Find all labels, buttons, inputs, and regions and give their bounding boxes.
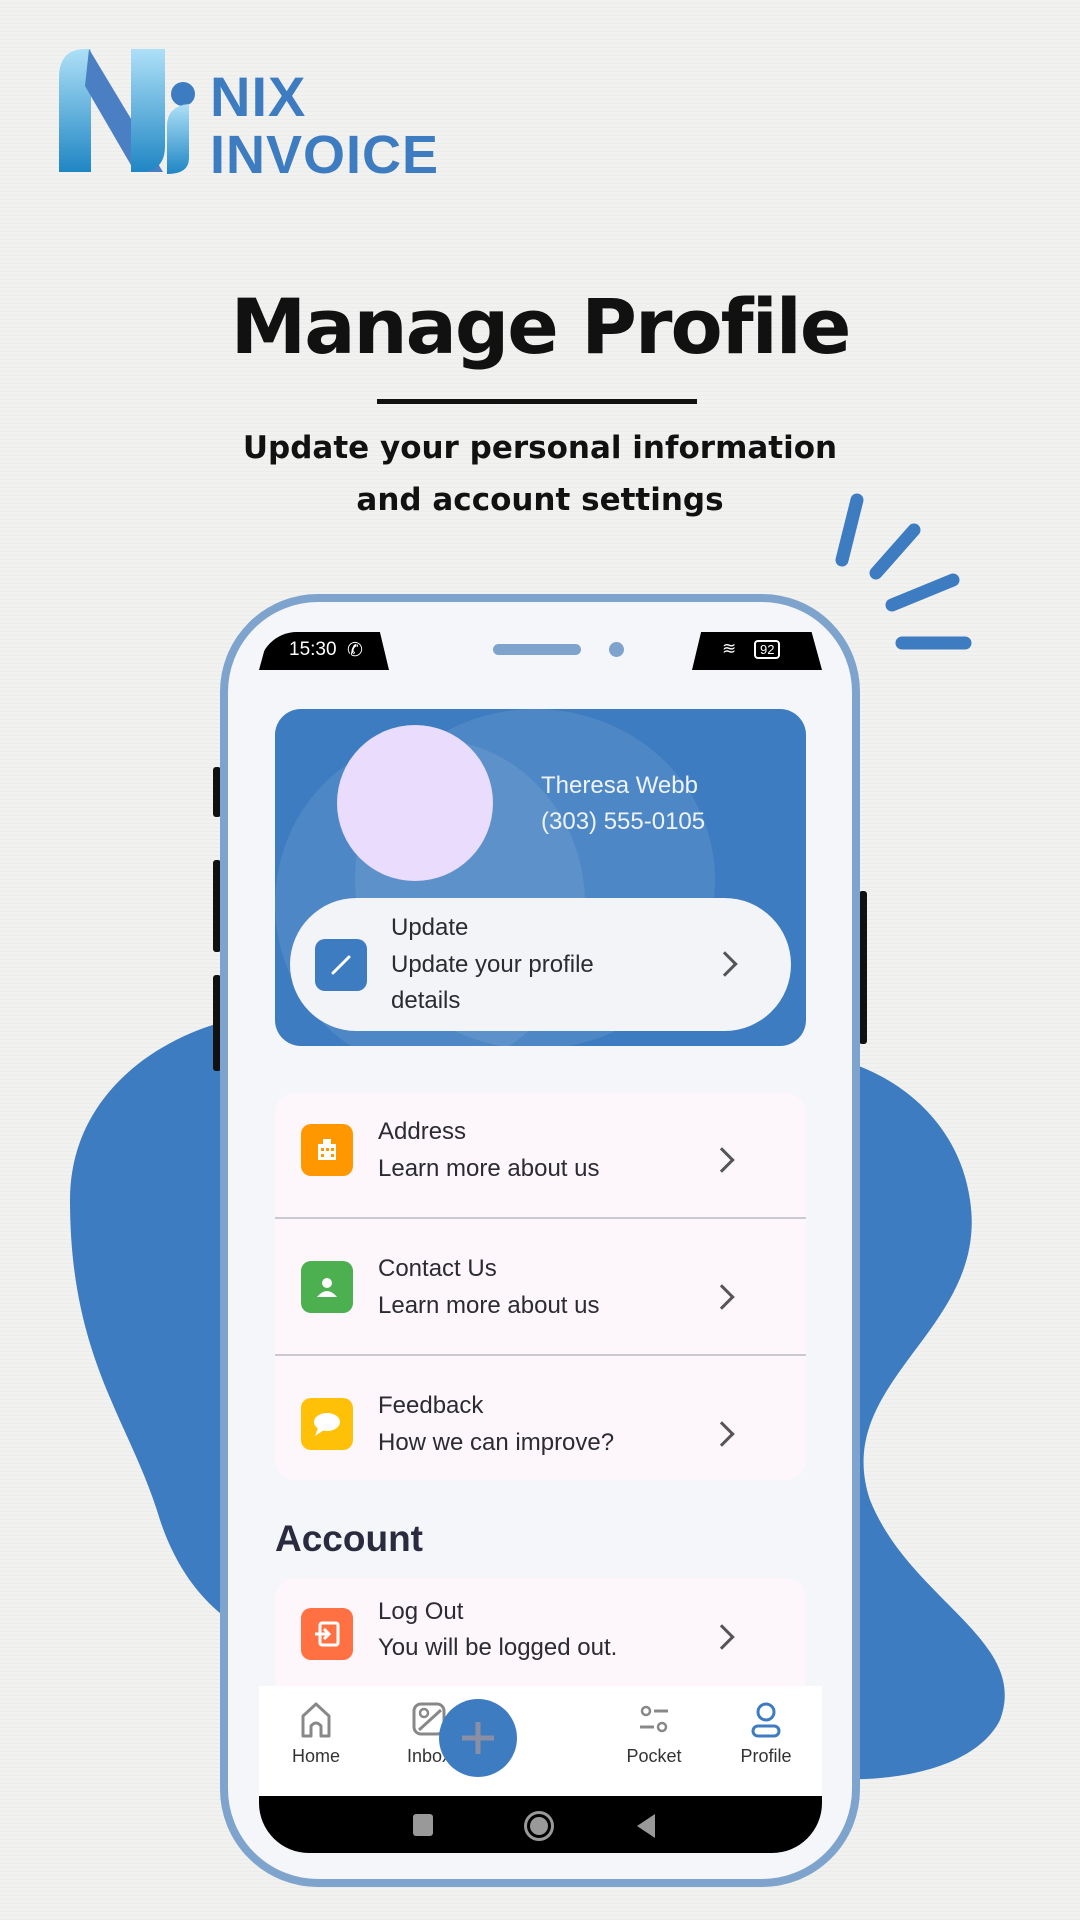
sliders-icon xyxy=(640,1705,668,1733)
title-underline xyxy=(377,399,697,404)
menu-list: Address Learn more about us Contact Us L… xyxy=(275,1093,806,1480)
pencil-icon xyxy=(315,939,367,991)
logout-button[interactable]: Log Out You will be logged out. xyxy=(275,1578,806,1698)
divider xyxy=(275,1354,806,1356)
logout-icon xyxy=(301,1608,353,1660)
update-profile-button[interactable]: Update Update your profile details xyxy=(290,898,791,1031)
profile-phone: (303) 555-0105 xyxy=(541,808,706,835)
update-title: Update xyxy=(391,914,469,941)
logout-subtitle: You will be logged out. xyxy=(378,1634,618,1661)
front-camera xyxy=(609,642,624,657)
profile-name: Theresa Webb xyxy=(541,772,698,799)
status-bar-left: 15:30 ✆ xyxy=(259,632,389,670)
page-title: Manage Profile xyxy=(230,282,852,371)
phone-side-button xyxy=(859,891,867,1044)
speaker-slot xyxy=(493,644,581,655)
nav-pocket-label: Pocket xyxy=(626,1746,682,1766)
menu-item-subtitle: How we can improve? xyxy=(378,1429,615,1456)
logo-mark-icon xyxy=(59,49,195,174)
menu-item-subtitle: Learn more about us xyxy=(378,1155,600,1182)
phone-screen: 15:30 ✆ ≋ 92 Theresa Webb (303) 555-0105… xyxy=(259,632,822,1853)
nav-profile-label: Profile xyxy=(740,1746,792,1766)
nix-invoice-logo: NIX INVOICE xyxy=(55,46,455,185)
brand-line-2: INVOICE xyxy=(210,125,440,185)
menu-item-title: Contact Us xyxy=(378,1255,497,1282)
person-icon xyxy=(301,1261,353,1313)
menu-item-title: Address xyxy=(378,1118,467,1145)
nav-pocket[interactable]: Pocket xyxy=(609,1700,699,1767)
home-system-button[interactable] xyxy=(524,1811,554,1841)
back-button[interactable] xyxy=(635,1813,657,1839)
menu-item-contact-us[interactable]: Contact Us Learn more about us xyxy=(275,1230,806,1367)
account-heading: Account xyxy=(275,1518,423,1559)
status-time: 15:30 xyxy=(289,639,337,660)
chevron-right-icon xyxy=(709,1624,735,1650)
avatar[interactable] xyxy=(337,725,493,881)
chevron-right-icon xyxy=(709,1421,735,1447)
chevron-right-icon xyxy=(712,951,738,977)
nav-home-label: Home xyxy=(291,1746,340,1766)
add-button[interactable] xyxy=(439,1699,517,1777)
bottom-nav: Home Inbox Pocket Profile xyxy=(259,1686,822,1796)
status-bar-right: ≋ 92 xyxy=(692,632,822,670)
chevron-right-icon xyxy=(709,1284,735,1310)
plus-icon xyxy=(462,1722,494,1754)
battery-indicator: 92 xyxy=(754,640,781,659)
chevron-right-icon xyxy=(709,1147,735,1173)
profile-card: Theresa Webb (303) 555-0105 Update Updat… xyxy=(275,709,806,1046)
nav-home[interactable]: Home xyxy=(271,1700,361,1767)
profile-icon xyxy=(751,1702,781,1738)
recents-button[interactable] xyxy=(413,1814,433,1836)
home-icon xyxy=(301,1702,331,1738)
logout-title: Log Out xyxy=(378,1598,464,1625)
menu-item-address[interactable]: Address Learn more about us xyxy=(275,1093,806,1230)
menu-item-subtitle: Learn more about us xyxy=(378,1292,600,1319)
wifi-icon: ≋ xyxy=(722,639,737,658)
update-subtitle-2: details xyxy=(391,987,461,1014)
update-subtitle: Update your profile xyxy=(391,951,594,978)
brand-line-1: NIX xyxy=(210,65,307,128)
system-nav-bar xyxy=(259,1796,822,1853)
nav-profile[interactable]: Profile xyxy=(721,1700,811,1767)
sparkle-strokes-decoration xyxy=(835,493,972,650)
divider xyxy=(275,1217,806,1219)
chat-icon xyxy=(301,1398,353,1450)
building-icon xyxy=(301,1124,353,1176)
whatsapp-icon: ✆ xyxy=(347,640,363,661)
subtitle-line-1: Update your personal information xyxy=(242,430,838,466)
menu-item-title: Feedback xyxy=(378,1392,484,1419)
menu-item-feedback[interactable]: Feedback How we can improve? xyxy=(275,1367,806,1504)
